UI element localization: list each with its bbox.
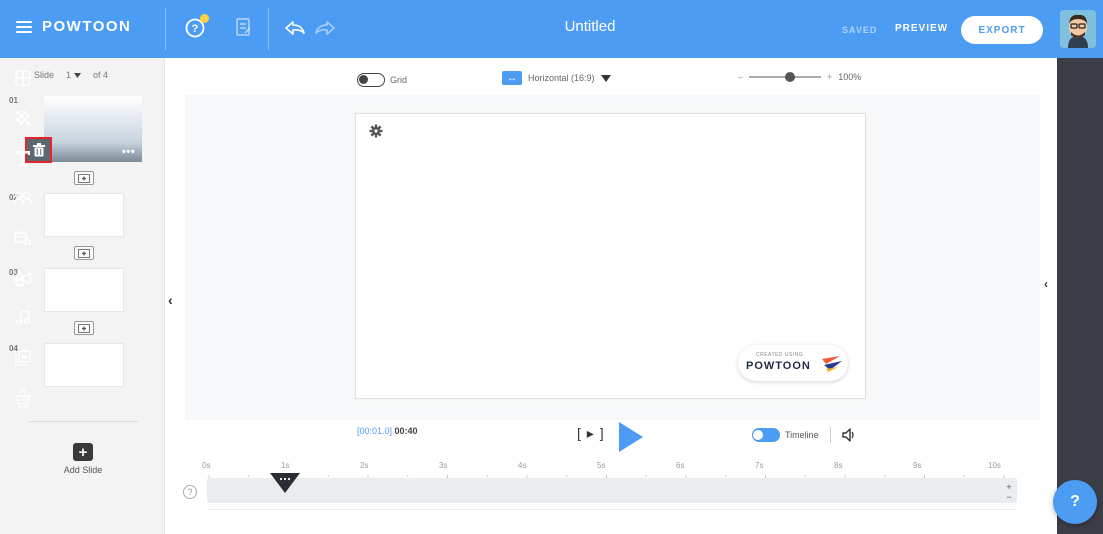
slide-number: 01 (9, 96, 18, 105)
tick-label: 2s (360, 461, 369, 470)
special-icon[interactable] (0, 386, 46, 410)
insert-slide-icon (78, 323, 90, 333)
orientation-label: Horizontal (16:9) (528, 73, 595, 83)
tick-label: 1s (281, 461, 290, 470)
time-display: [00:01.0] 00:40 (357, 426, 418, 436)
main-menu-button[interactable]: POWTOON (16, 18, 131, 35)
orientation-icon: ↔ (502, 71, 522, 85)
play-from-here-button[interactable]: [ ▸ ] (577, 425, 605, 442)
shapes-icon[interactable] (0, 266, 46, 290)
insert-slide-button[interactable] (74, 321, 94, 335)
volume-icon[interactable] (841, 428, 856, 442)
tick-label: 9s (913, 461, 922, 470)
undo-icon[interactable] (283, 16, 307, 40)
play-button[interactable] (619, 422, 643, 457)
text-icon[interactable] (0, 146, 46, 170)
slide-thumbnail-4[interactable] (44, 343, 124, 387)
help-icon[interactable]: ? (183, 14, 209, 40)
insert-slide-button[interactable] (74, 246, 94, 260)
zoom-slider-handle[interactable] (785, 72, 796, 82)
library-sidebar (1057, 58, 1103, 534)
tick-label: 8s (834, 461, 843, 470)
zoom-slider[interactable] (749, 72, 822, 82)
insert-slide-icon (78, 173, 90, 183)
total-time: 00:40 (394, 426, 418, 436)
avatar[interactable] (1060, 10, 1096, 48)
saved-status: SAVED (842, 25, 878, 35)
insert-slide-button[interactable] (74, 171, 94, 185)
playhead[interactable] (270, 471, 300, 498)
watermark-badge: CREATED USING POWTOON (738, 345, 848, 381)
slide-total: of 4 (93, 70, 109, 80)
slide-thumbnail-3[interactable] (44, 268, 124, 312)
slide-current: 1 (66, 70, 72, 80)
timeline-zoom-out[interactable]: − (1006, 492, 1011, 502)
zoom-control: – + 100% (738, 72, 861, 82)
timeline-help-icon[interactable]: ? (183, 485, 197, 499)
timeline-label: Timeline (785, 430, 819, 440)
tick-label: 0s (202, 461, 211, 470)
slide-number-select[interactable]: 1 (62, 70, 85, 80)
music-icon[interactable] (0, 306, 46, 330)
slide-thumbnail-2[interactable] (44, 193, 124, 237)
play-icon (619, 422, 643, 452)
tick-label: 3s (439, 461, 448, 470)
divider (165, 8, 166, 50)
powtoon-logo-icon (822, 356, 842, 372)
grid-label: Grid (390, 75, 408, 85)
tick-label: 4s (518, 461, 527, 470)
slide-more-button[interactable]: ••• (122, 146, 135, 158)
props-icon[interactable] (0, 226, 46, 250)
brand-logo: POWTOON (42, 18, 132, 35)
timeline-track[interactable] (207, 478, 1017, 503)
divider (268, 8, 269, 50)
layouts-icon[interactable] (0, 66, 46, 90)
grid-switch[interactable] (357, 73, 385, 87)
insert-slide-icon (78, 248, 90, 258)
export-button[interactable]: EXPORT (961, 16, 1043, 44)
chevron-down-icon (74, 72, 82, 78)
timeline-zoom: + − (1003, 482, 1015, 504)
svg-text:?: ? (192, 23, 199, 35)
collapse-panel-icon[interactable]: ‹ (168, 292, 173, 308)
zoom-out-icon[interactable]: – (738, 72, 743, 82)
zoom-in-icon[interactable]: + (827, 72, 832, 82)
notes-icon[interactable] (232, 16, 256, 40)
orientation-select[interactable]: ↔ Horizontal (16:9) (502, 71, 611, 85)
gear-icon[interactable] (369, 124, 383, 143)
watermark-caption: CREATED USING (756, 352, 804, 358)
preview-button[interactable]: PREVIEW (895, 23, 948, 34)
chevron-down-icon (600, 74, 611, 82)
current-time: [00:01.0] (357, 426, 393, 436)
add-slide-button[interactable]: Add Slide (50, 465, 116, 475)
timeline-switch[interactable] (752, 428, 780, 442)
add-slide-icon[interactable]: + (73, 443, 93, 461)
redo-icon[interactable] (313, 16, 337, 40)
collapse-library-icon[interactable]: ‹ (1044, 277, 1048, 291)
characters-icon[interactable] (0, 186, 46, 210)
media-icon[interactable] (0, 346, 46, 370)
tick-label: 5s (597, 461, 606, 470)
divider (207, 509, 1017, 510)
hamburger-icon (16, 20, 32, 33)
project-title[interactable]: Untitled (520, 18, 660, 35)
timeline-toggle[interactable]: Timeline (752, 427, 856, 443)
tick-label: 6s (676, 461, 685, 470)
help-button[interactable]: ? (1053, 480, 1097, 524)
tick-label: 10s (988, 461, 1001, 470)
tick-label: 7s (755, 461, 764, 470)
background-icon[interactable] (0, 106, 46, 130)
divider (28, 421, 138, 422)
timeline-zoom-in[interactable]: + (1006, 482, 1011, 492)
watermark-brand: POWTOON (746, 360, 811, 372)
zoom-value: 100% (838, 72, 862, 82)
grid-toggle[interactable]: Grid (357, 73, 407, 87)
